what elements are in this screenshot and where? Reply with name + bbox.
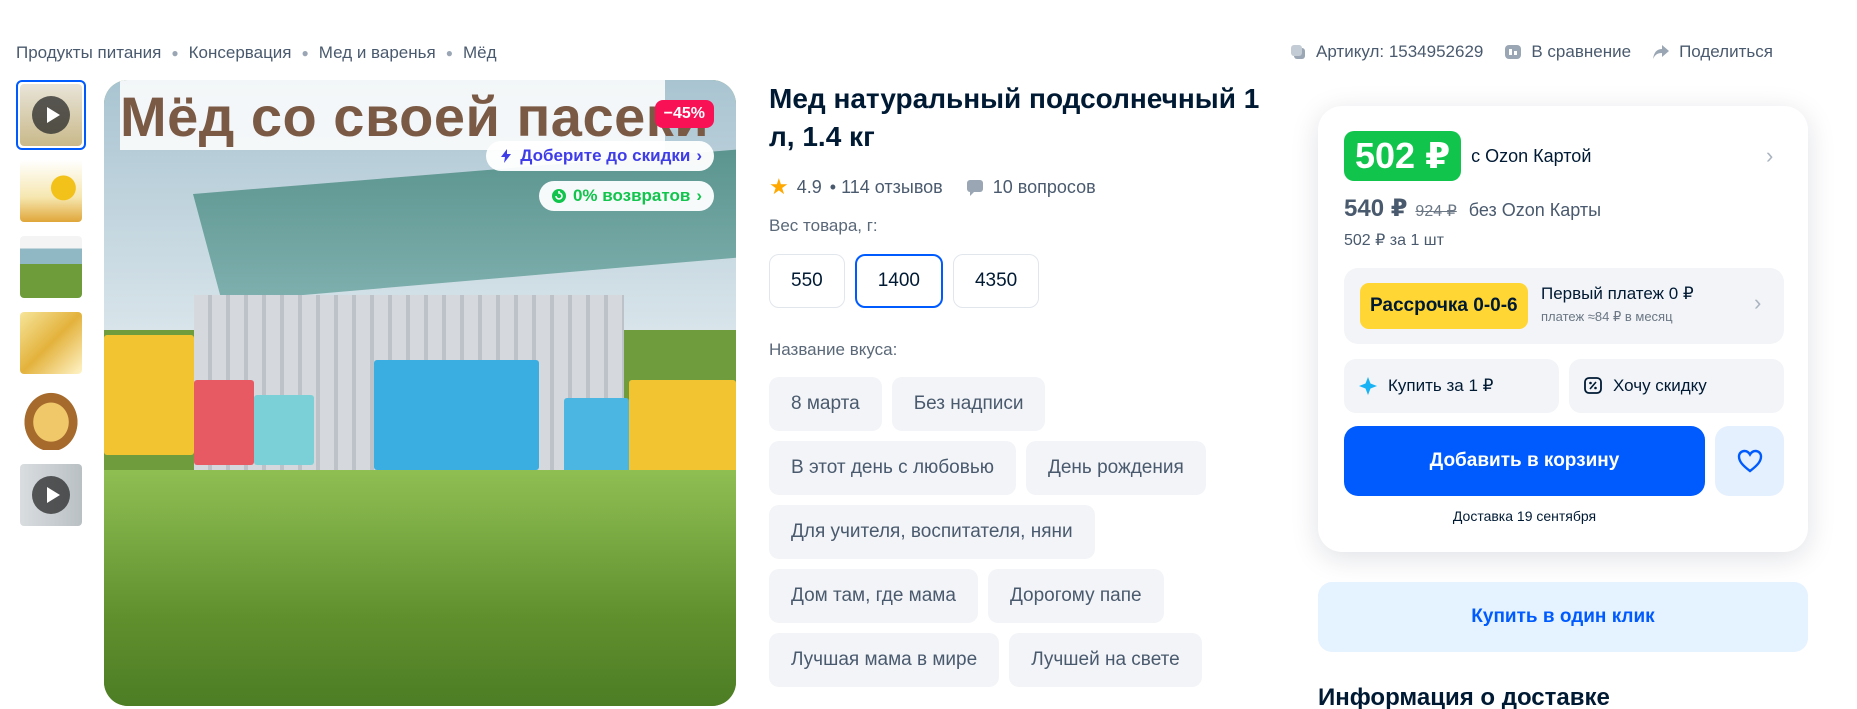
sparkle-icon (1359, 377, 1377, 395)
weight-label: Вес товара, г: (769, 216, 878, 235)
breadcrumb-item[interactable]: Консервация (189, 43, 292, 63)
flavor-option[interactable]: Лучшей на свете (1009, 633, 1202, 687)
beehive (104, 335, 194, 455)
promo-returns-label: 0% возвратов (572, 186, 691, 205)
top-actions: Артикул: 1534952629 В сравнение Поделить… (1288, 42, 1773, 62)
beehive (564, 398, 629, 473)
buy-for-1-label: Купить за 1 ₽ (1388, 376, 1494, 395)
buy-for-1-button[interactable]: Купить за 1 ₽ (1344, 359, 1559, 413)
installment-monthly: платеж ≈84 ₽ в месяц (1541, 309, 1673, 324)
card-price: 502 ₽ (1344, 131, 1462, 181)
flavor-option[interactable]: Дом там, где мама (769, 569, 978, 623)
image-banner-text: Мёд со своей пасеки (120, 85, 710, 148)
regular-price-row: 540 ₽ 924 ₽ без Ozon Карты (1344, 194, 1601, 223)
flavor-option[interactable]: Дорогому папе (987, 569, 1164, 623)
lightning-icon (501, 149, 512, 163)
installment-tag: Рассрочка 0-0-6 (1360, 283, 1528, 329)
questions-label: 10 вопросов (992, 176, 1096, 197)
flavor-option[interactable]: День рождения (1025, 441, 1206, 495)
flavor-label: Название вкуса: (769, 340, 898, 359)
product-main-image[interactable]: Мёд со своей пасеки −45% Доберите до ски… (104, 80, 736, 706)
flavor-option[interactable]: Лучшая мама в мире (769, 633, 1000, 687)
favorite-button[interactable] (1715, 426, 1784, 496)
rating-value: 4.9 (796, 176, 822, 197)
heart-icon (1737, 449, 1762, 473)
thumbnail-video[interactable] (16, 80, 86, 150)
promo-discount-label: Доберите до скидки (520, 146, 691, 165)
copy-icon (1291, 45, 1305, 59)
share-icon (1653, 45, 1670, 59)
beehive (374, 360, 539, 470)
compare-label: В сравнение (1531, 42, 1632, 61)
flavor-option[interactable]: 8 марта (769, 377, 882, 431)
no-card-note: без Ozon Карты (1468, 200, 1602, 220)
product-title: Мед натуральный подсолнечный 1 л, 1.4 кг (769, 83, 1260, 152)
breadcrumb-item[interactable]: Мёд (463, 43, 497, 63)
sku-copy[interactable]: Артикул: 1534952629 (1288, 42, 1483, 62)
old-price: 924 ₽ (1415, 203, 1457, 220)
questions-link[interactable]: 10 вопросов (965, 177, 1096, 198)
share-label: Поделиться (1679, 42, 1773, 61)
flavor-option[interactable]: Для учителя, воспитателя, няни (769, 505, 1095, 559)
play-icon (32, 476, 70, 514)
promo-returns-pill[interactable]: 0% возвратов › (538, 181, 714, 211)
chevron-right-icon: › (696, 186, 702, 205)
share-button[interactable]: Поделиться (1651, 42, 1773, 62)
installment-block[interactable]: Рассрочка 0-0-6 Первый платеж 0 ₽ платеж… (1344, 268, 1784, 344)
weight-option[interactable]: 550 (769, 254, 845, 308)
chevron-right-icon: › (1766, 143, 1774, 168)
breadcrumb-item[interactable]: Мед и варенья (319, 43, 436, 63)
weight-options: 550 1400 4350 (769, 254, 1040, 308)
chevron-right-icon: › (696, 146, 702, 165)
discount-badge: −45% (654, 100, 714, 128)
want-discount-label: Хочу скидку (1613, 376, 1707, 395)
gallery-thumbnails (16, 80, 86, 536)
unit-price: 502 ₽ за 1 шт (1344, 232, 1444, 249)
compare-icon (1505, 45, 1522, 59)
card-price-note: с Ozon Картой (1471, 145, 1592, 166)
add-to-cart-button[interactable]: Добавить в корзину (1344, 426, 1705, 496)
beehive (254, 395, 314, 465)
beehive (629, 380, 736, 475)
beehive (194, 380, 254, 465)
chat-icon (966, 180, 983, 196)
flavor-option[interactable]: Без надписи (891, 377, 1046, 431)
weight-option-selected[interactable]: 1400 (854, 254, 943, 308)
thumbnail-image[interactable] (16, 384, 86, 454)
flavor-option[interactable]: В этот день с любовью (769, 441, 1016, 495)
thumbnail-image[interactable] (16, 156, 86, 226)
chevron-right-icon: › (1754, 290, 1762, 315)
discount-chat-icon (1584, 377, 1602, 394)
regular-price: 540 ₽ (1344, 195, 1408, 222)
promo-discount-pill[interactable]: Доберите до скидки › (486, 141, 714, 171)
compare-button[interactable]: В сравнение (1503, 42, 1631, 62)
flavor-options: 8 марта Без надписи В этот день с любовь… (769, 377, 1239, 687)
thumbnail-video[interactable] (16, 460, 86, 530)
reviews-link[interactable]: • 114 отзывов (830, 177, 943, 198)
rating-row: ★ 4.9 • 114 отзывов 10 вопросов (769, 174, 1096, 200)
card-price-row[interactable]: 502 ₽ с Ozon Картой (1344, 131, 1591, 181)
thumbnail-image[interactable] (16, 232, 86, 302)
buy-one-click-button[interactable]: Купить в один клик (1318, 582, 1808, 652)
sku-label: Артикул: 1534952629 (1316, 42, 1484, 61)
return-icon (551, 189, 566, 203)
buy-card: 502 ₽ с Ozon Картой › 540 ₽ 924 ₽ без Oz… (1318, 106, 1808, 552)
thumbnail-image[interactable] (16, 308, 86, 378)
breadcrumb: Продукты питания ● Консервация ● Мед и в… (16, 43, 497, 63)
want-discount-button[interactable]: Хочу скидку (1569, 359, 1784, 413)
delivery-date: Доставка 19 сентября (1452, 508, 1597, 524)
installment-first-payment: Первый платеж 0 ₽ (1541, 284, 1694, 303)
play-icon (32, 96, 70, 134)
star-icon: ★ (769, 174, 789, 199)
weight-option[interactable]: 4350 (952, 254, 1040, 308)
breadcrumb-item[interactable]: Продукты питания (16, 43, 161, 63)
delivery-info-heading: Информация о доставке (1318, 684, 1610, 709)
